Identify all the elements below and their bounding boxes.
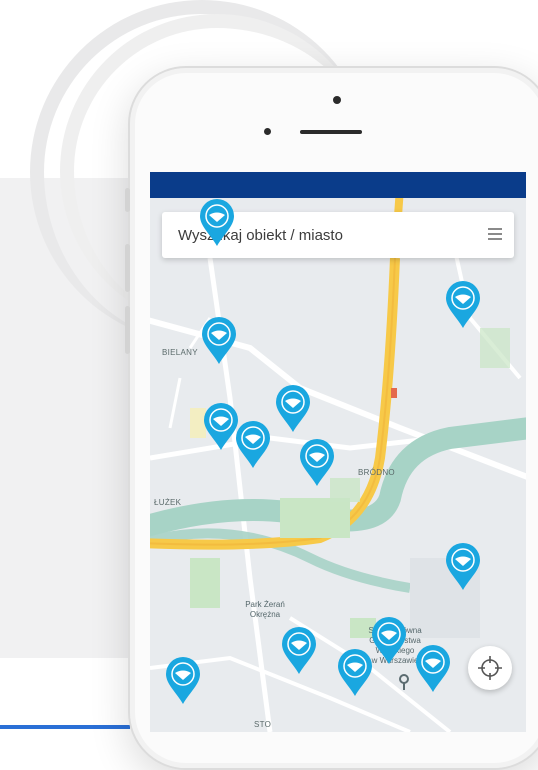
map-pin-icon[interactable] xyxy=(200,316,238,366)
phone-camera xyxy=(333,96,341,104)
map-pin-icon[interactable] xyxy=(336,648,374,698)
map-pin-icon[interactable] xyxy=(444,542,482,592)
status-bar xyxy=(150,172,526,198)
phone-speaker xyxy=(300,130,362,134)
park-label: Park Żerań Okrężna xyxy=(245,600,285,619)
map-pin-icon[interactable] xyxy=(298,438,336,488)
map-pin-icon[interactable] xyxy=(198,198,236,248)
phone-frame: BIELANY BRÓDNO ŁUŻEK STO Park Żerań Okrę… xyxy=(125,66,538,770)
map-district-label: STO xyxy=(254,720,272,729)
map-pin-icon[interactable] xyxy=(280,626,318,676)
map-pin-icon[interactable] xyxy=(414,644,452,694)
phone-sensor xyxy=(264,128,271,135)
map-pin-icon[interactable] xyxy=(370,616,408,666)
map-district-label: ŁUŻEK xyxy=(154,498,182,507)
phone-volume-up xyxy=(125,244,130,292)
phone-volume-down xyxy=(125,306,130,354)
hamburger-menu-icon[interactable] xyxy=(488,228,502,240)
crosshair-locate-icon xyxy=(478,656,502,680)
map-pin-icon[interactable] xyxy=(444,280,482,330)
app-screen: BIELANY BRÓDNO ŁUŻEK STO Park Żerań Okrę… xyxy=(150,172,526,732)
map-district-label: BIELANY xyxy=(162,348,198,357)
phone-side-button xyxy=(125,188,130,212)
map-pin-icon[interactable] xyxy=(164,656,202,706)
map-district-label: BRÓDNO xyxy=(358,468,395,477)
bottom-accent-line xyxy=(0,725,130,729)
map-pin-icon[interactable] xyxy=(234,420,272,470)
map-pin-icon[interactable] xyxy=(274,384,312,434)
locate-me-button[interactable] xyxy=(468,646,512,690)
